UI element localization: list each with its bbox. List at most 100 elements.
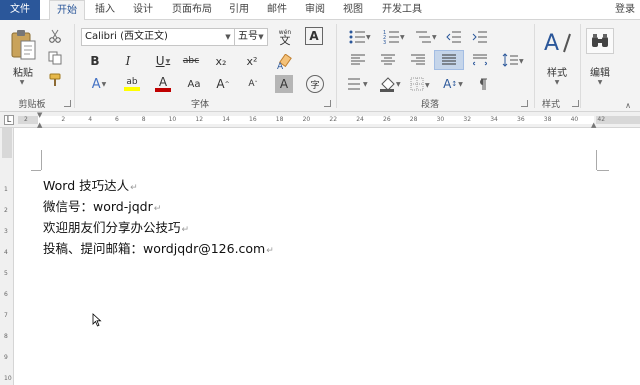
ruler-number: 16 [249,116,257,123]
grow-font-button[interactable]: A ^ [214,74,232,94]
corner-mark-right-h [597,170,609,171]
sort-icon[interactable]: A ↕ ▼ [440,74,466,94]
tab-home[interactable]: 开始 [49,0,85,21]
tab-view[interactable]: 视图 [336,0,370,20]
tab-review[interactable]: 审阅 [298,0,332,20]
login-link[interactable]: 登录 [610,0,640,20]
vertical-ruler[interactable]: 1 2 3 4 5 6 7 8 9 10 [0,128,14,385]
font-name-combo[interactable]: Calibri (西文正文) ▼ [81,28,235,46]
first-line-indent-icon[interactable]: ▼ [37,112,45,119]
increase-indent-icon[interactable] [470,28,490,46]
format-painter-icon[interactable] [46,72,64,88]
subscript-button[interactable]: x₂ [212,52,230,70]
horizontal-ruler[interactable]: L ▼ ▲ ▲ 2 2 4 6 8 10 12 14 16 18 20 22 24 26 28 30 32 34 3… [0,112,640,129]
editing-button[interactable]: 编辑 [584,64,616,79]
ruler-number: 6 [115,116,119,123]
ruler-number: 36 [517,116,525,123]
clipboard-launcher-icon[interactable] [64,100,71,107]
align-left-icon[interactable] [348,51,368,69]
binoculars-icon[interactable] [586,28,614,54]
tab-mailings[interactable]: 邮件 [260,0,294,20]
decrease-indent-icon[interactable] [444,28,464,46]
character-shading-button[interactable]: A [275,75,293,93]
vertical-ruler-number: 3 [4,228,8,235]
tab-references[interactable]: 引用 [222,0,256,20]
ruler-number: 18 [275,116,284,123]
line-spacing-icon[interactable]: ▼ [500,51,526,69]
document-line[interactable]: 微信号：word-jqdr↵ [43,196,161,215]
ruler-number: 10 [168,116,177,123]
show-marks-icon[interactable] [474,74,494,94]
copy-icon[interactable] [46,50,64,66]
styles-icon[interactable]: A [541,26,573,58]
font-launcher-icon[interactable] [324,100,331,107]
chevron-down-icon[interactable]: ▼ [255,29,267,45]
tab-selector-icon[interactable]: L [4,115,14,125]
document-line[interactable]: 投稿、提问邮箱：wordjqdr@126.com↵ [43,238,274,257]
character-border-button[interactable]: A [305,27,323,45]
phonetic-guide-button[interactable]: wén 文 [274,26,296,48]
paragraph-group-label: 段落 [420,100,439,110]
collapse-ribbon-icon[interactable]: ∧ [622,100,634,110]
bullets-icon[interactable]: ▼ [346,28,374,46]
superscript-button[interactable]: x² [243,52,261,70]
chinese-layout-icon[interactable]: ▼ [346,74,372,94]
tab-layout[interactable]: 页面布局 [166,0,218,20]
editing-dropdown-icon[interactable]: ▼ [593,77,607,87]
document-line[interactable]: 欢迎朋友们分享办公技巧↵ [43,217,189,236]
tab-developer[interactable]: 开发工具 [376,0,428,20]
ruler-number: 32 [463,116,472,123]
underline-button[interactable]: U ▼ [150,52,176,70]
ribbon-tab-bar: 文件 开始 插入 设计 页面布局 引用 邮件 审阅 视图 开发工具 登录 [0,0,640,21]
multilevel-list-icon[interactable]: ▼ [412,28,440,46]
bold-button[interactable]: B [86,52,104,70]
clipboard-group-label: 剪贴板 [18,100,46,110]
cut-icon[interactable] [46,28,64,44]
vertical-ruler-number: 6 [4,291,8,298]
ruler-number: 26 [383,116,391,123]
vertical-ruler-number: 5 [4,270,8,277]
tab-insert[interactable]: 插入 [88,0,122,20]
paste-dropdown-icon[interactable]: ▼ [15,77,29,87]
document-line[interactable]: Word 技巧达人↵ [43,175,138,194]
svg-text:▼: ▼ [432,34,437,41]
italic-button[interactable]: I [119,52,137,70]
align-center-icon[interactable] [378,51,398,69]
justify-icon[interactable] [434,50,464,70]
mouse-cursor-icon [92,313,102,330]
borders-icon[interactable]: ▼ [408,74,434,94]
distributed-icon[interactable] [470,51,490,69]
wen-char: 文 [279,34,291,47]
paste-button[interactable]: 粘贴 [8,64,38,79]
vertical-ruler-number: 1 [4,186,8,193]
styles-dropdown-icon[interactable]: ▼ [550,77,564,87]
font-size-combo[interactable]: 五号 ▼ [234,28,268,46]
shrink-font-button[interactable]: Aˇ [244,74,262,94]
ruler-number: 40 [570,116,579,123]
paste-icon[interactable] [6,28,40,62]
styles-launcher-icon[interactable] [572,100,579,107]
numbering-icon[interactable]: 1 2 3 ▼ [380,28,408,46]
group-divider [580,24,581,108]
chevron-down-icon[interactable]: ▼ [222,29,234,45]
clear-format-icon[interactable]: A [274,52,296,72]
styles-group-label: 样式 [541,100,560,110]
tab-file[interactable]: 文件 [0,0,40,20]
strikethrough-button[interactable]: abc [180,52,202,70]
highlight-button[interactable]: ab [119,74,145,94]
enclose-characters-button[interactable]: 字 [306,75,324,93]
document-page[interactable]: Word 技巧达人↵ 微信号：word-jqdr↵ 欢迎朋友们分享办公技巧↵ 投… [14,128,640,385]
align-right-icon[interactable] [408,51,428,69]
change-case-button[interactable]: Aa [184,74,204,94]
svg-text:A: A [544,31,559,56]
tab-design[interactable]: 设计 [126,0,160,20]
paragraph-launcher-icon[interactable] [521,100,528,107]
shading-icon[interactable]: ▼ [378,74,404,94]
ruler-text-area [38,116,594,124]
top-margin-area [2,128,12,158]
vertical-ruler-number: 2 [4,207,8,214]
styles-button[interactable]: 样式 [541,64,573,79]
font-color-button[interactable]: A [150,74,176,94]
text-effects-button[interactable]: A ▼ [86,74,112,94]
ruler-number: 12 [195,116,204,123]
